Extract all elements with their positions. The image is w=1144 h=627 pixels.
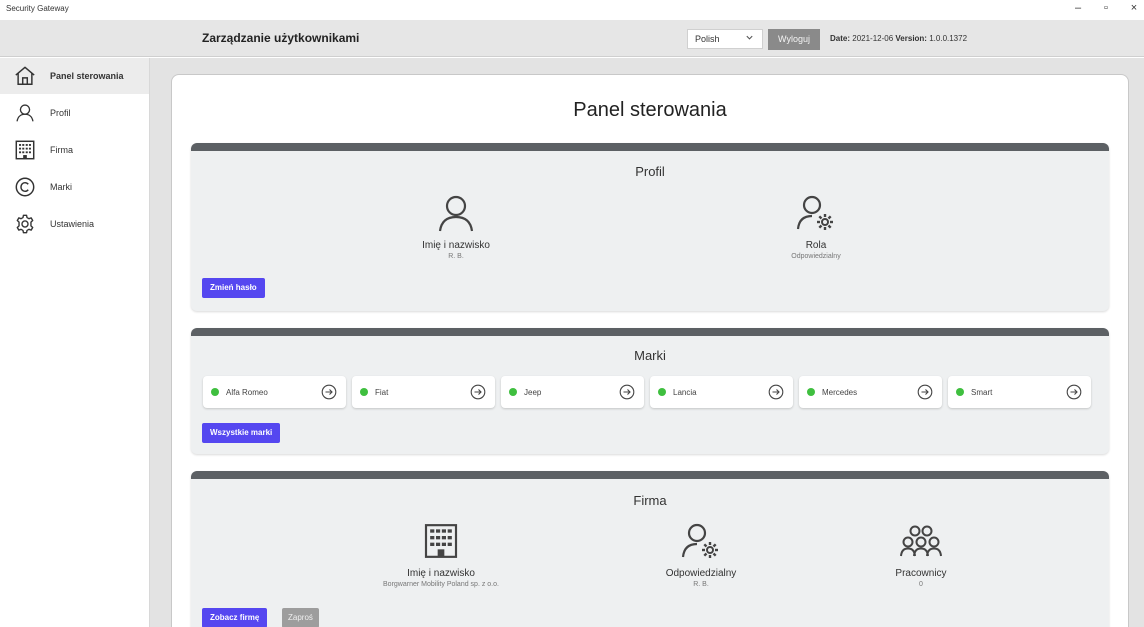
user-icon: [436, 195, 476, 237]
building-icon: [421, 524, 461, 565]
window-title: Security Gateway: [6, 4, 69, 13]
sidebar-item-company[interactable]: Firma: [0, 132, 149, 168]
version-info: Date: 2021-12-06 Version: 1.0.0.1372: [830, 34, 967, 43]
logout-button[interactable]: Wyloguj: [768, 29, 820, 50]
sidebar-item-profile[interactable]: Profil: [0, 95, 149, 131]
gear-icon: [0, 213, 50, 235]
date-value: 2021-12-06: [852, 34, 894, 43]
sidebar-item-settings[interactable]: Ustawienia: [0, 206, 149, 242]
company-card-title: Firma: [633, 493, 667, 508]
all-brands-button[interactable]: Wszystkie marki: [202, 423, 281, 443]
status-dot: [211, 388, 219, 396]
sidebar-item-label: Ustawienia: [50, 219, 95, 229]
brand-item-alfa-romeo[interactable]: Alfa Romeo: [203, 376, 346, 408]
language-select[interactable]: Polish: [687, 29, 763, 49]
minimize-button[interactable]: –: [1072, 2, 1084, 14]
profile-role-column: Rola Odpowiedzialny: [751, 193, 881, 260]
company-responsible-column: Odpowiedzialny R. B.: [636, 521, 766, 588]
main-area: Panel sterowania Profil Imię i nazwisko …: [150, 58, 1144, 627]
profile-card: Profil Imię i nazwisko R. B. Rola Odpowi…: [191, 143, 1109, 311]
status-dot: [956, 388, 964, 396]
status-dot: [509, 388, 517, 396]
brand-name: Lancia: [673, 387, 697, 397]
brand-item-mercedes[interactable]: Mercedes: [799, 376, 942, 408]
company-name-label: Imię i nazwisko: [407, 568, 475, 579]
status-dot: [807, 388, 815, 396]
brands-card: Marki Alfa Romeo Fiat Jeep Lancia Merced…: [191, 328, 1109, 454]
brand-name: Jeep: [524, 387, 542, 397]
brand-name: Smart: [971, 387, 993, 397]
sidebar-item-label: Panel sterowania: [50, 71, 124, 81]
sidebar-item-label: Profil: [50, 108, 71, 118]
sidebar-item-label: Firma: [50, 145, 73, 155]
users-group-icon: [899, 525, 943, 565]
invite-button[interactable]: Zaproś: [282, 608, 319, 627]
profile-name-column: Imię i nazwisko R. B.: [391, 193, 521, 260]
change-password-button[interactable]: Zmień hasło: [202, 278, 265, 298]
user-gear-icon: [680, 523, 722, 565]
brand-list: Alfa Romeo Fiat Jeep Lancia Mercedes Sma…: [203, 376, 1091, 408]
profile-role-value: Odpowiedzialny: [791, 253, 841, 260]
company-employees-label: Pracownicy: [895, 568, 947, 579]
window-controls: – ▫ ×: [1072, 2, 1140, 14]
brand-item-jeep[interactable]: Jeep: [501, 376, 644, 408]
language-value: Polish: [695, 34, 720, 44]
status-dot: [360, 388, 368, 396]
user-icon: [0, 103, 50, 123]
company-responsible-value: R. B.: [693, 581, 709, 588]
sidebar: Panel sterowania Profil Firma Marki Usta…: [0, 58, 150, 627]
user-gear-icon: [795, 195, 837, 237]
sidebar-item-panel[interactable]: Panel sterowania: [0, 58, 149, 94]
date-label: Date:: [830, 34, 851, 43]
sidebar-item-brands[interactable]: Marki: [0, 169, 149, 205]
company-employees-column: Pracownicy 0: [856, 521, 986, 588]
arrow-right-circle-icon[interactable]: [917, 384, 933, 405]
arrow-right-circle-icon[interactable]: [768, 384, 784, 405]
brand-item-smart[interactable]: Smart: [948, 376, 1091, 408]
version-value: 1.0.0.1372: [929, 34, 968, 43]
profile-role-label: Rola: [805, 240, 827, 251]
arrow-right-circle-icon[interactable]: [1066, 384, 1082, 405]
status-dot: [658, 388, 666, 396]
profile-name-label: Imię i nazwisko: [422, 240, 490, 251]
maximize-button[interactable]: ▫: [1100, 2, 1112, 14]
arrow-right-circle-icon[interactable]: [321, 384, 337, 405]
profile-card-title: Profil: [635, 164, 665, 179]
home-icon: [0, 65, 50, 87]
version-label: Version:: [895, 34, 927, 43]
chevron-down-icon: [745, 33, 754, 44]
company-responsible-label: Odpowiedzialny: [665, 568, 737, 579]
company-name-value: Borgwarner Mobility Poland sp. z o.o.: [383, 581, 499, 588]
brand-name: Fiat: [375, 387, 389, 397]
building-icon: [0, 139, 50, 161]
company-card: Firma Imię i nazwisko Borgwarner Mobilit…: [191, 471, 1109, 627]
window-titlebar: Security Gateway – ▫ ×: [0, 0, 1144, 20]
top-header: Zarządzanie użytkownikami Polish Wyloguj…: [0, 20, 1144, 57]
close-button[interactable]: ×: [1128, 2, 1140, 14]
brand-item-fiat[interactable]: Fiat: [352, 376, 495, 408]
page-title: Panel sterowania: [573, 99, 727, 121]
company-employees-value: 0: [919, 581, 923, 588]
brands-card-title: Marki: [634, 348, 666, 363]
dashboard-panel: Panel sterowania Profil Imię i nazwisko …: [171, 74, 1129, 627]
header-title: Zarządzanie użytkownikami: [202, 31, 360, 45]
arrow-right-circle-icon[interactable]: [619, 384, 635, 405]
arrow-right-circle-icon[interactable]: [470, 384, 486, 405]
brand-name: Alfa Romeo: [226, 387, 268, 397]
brand-name: Mercedes: [822, 387, 858, 397]
profile-name-value: R. B.: [448, 253, 464, 260]
copyright-icon: [0, 176, 50, 198]
brand-item-lancia[interactable]: Lancia: [650, 376, 793, 408]
sidebar-item-label: Marki: [50, 182, 72, 192]
company-name-column: Imię i nazwisko Borgwarner Mobility Pola…: [311, 521, 571, 588]
view-company-button[interactable]: Zobacz firmę: [202, 608, 268, 627]
